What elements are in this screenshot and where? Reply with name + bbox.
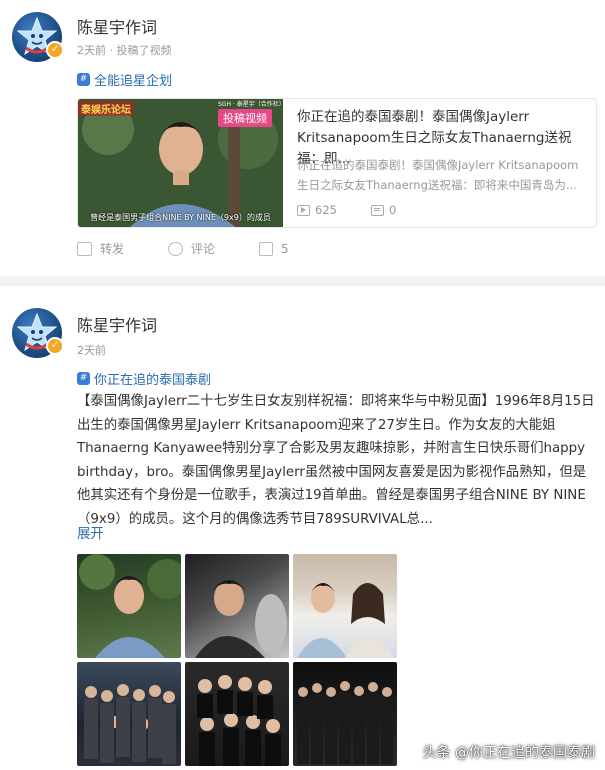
video-description: 你正在追的泰国泰剧！泰国偶像Jaylerr Kritsanapoom生日之际女友… <box>297 158 579 192</box>
topic-icon: # <box>77 73 90 86</box>
feed-post-1: ✓ 陈星宇作词 2天前 · 投稿了视频 # 全能追星企划 泰娱乐论坛 SGH ·… <box>0 0 605 276</box>
topic-link[interactable]: # 你正在追的泰国泰剧 <box>77 369 211 388</box>
thumbnail-overlay-text: SGH · 泰星宇（合作社） <box>218 101 283 108</box>
group-photo-icon <box>84 684 176 764</box>
play-count: 625 <box>297 203 337 217</box>
comment-label: 评论 <box>191 242 216 256</box>
share-label: 转发 <box>100 242 125 256</box>
comment-count-value: 0 <box>388 203 397 217</box>
topic-label: 全能追星企划 <box>94 74 173 89</box>
like-button[interactable]: 5 <box>259 240 289 257</box>
video-stats: 625 0 <box>297 203 396 217</box>
person-photo-icon <box>79 554 181 658</box>
group-photo-icon <box>197 675 281 766</box>
grid-image-4[interactable] <box>77 662 181 766</box>
comment-count: 0 <box>370 203 397 217</box>
play-icon <box>297 204 310 216</box>
expand-link[interactable]: 展开 <box>77 522 104 542</box>
grid-image-2[interactable] <box>185 554 289 658</box>
person-photo-icon <box>195 580 287 658</box>
video-card[interactable]: 泰娱乐论坛 SGH · 泰星宇（合作社） 投稿视频 曾经是泰国男子组合NINE … <box>77 98 597 228</box>
post-meta: 2天前 · 投稿了视频 <box>77 44 172 57</box>
like-count: 5 <box>281 241 289 256</box>
grid-image-6[interactable] <box>293 662 397 766</box>
comment-icon <box>168 241 184 256</box>
play-count-value: 625 <box>315 203 337 217</box>
topic-label: 你正在追的泰国泰剧 <box>94 373 212 388</box>
video-tag: 投稿视频 <box>218 109 272 127</box>
verified-badge-icon: ✓ <box>46 41 64 59</box>
post-separator <box>0 276 605 286</box>
topic-icon: # <box>77 372 90 385</box>
author-name[interactable]: 陈星宇作词 <box>77 14 157 38</box>
grid-image-5[interactable] <box>185 662 289 766</box>
video-thumbnail[interactable]: 泰娱乐论坛 SGH · 泰星宇（合作社） 投稿视频 曾经是泰国男子组合NINE … <box>78 99 283 227</box>
comment-box-icon <box>370 204 384 216</box>
source-watermark: 头条 @你正在追的泰国泰剧 <box>422 745 595 761</box>
share-button[interactable]: 转发 <box>77 240 124 257</box>
verified-badge-icon: ✓ <box>46 337 64 355</box>
share-icon <box>77 241 92 256</box>
post-meta: 2天前 <box>77 344 106 357</box>
comment-button[interactable]: 评论 <box>168 240 215 257</box>
topic-link[interactable]: # 全能追星企划 <box>77 70 172 89</box>
couple-photo-icon <box>297 583 393 658</box>
author-name[interactable]: 陈星宇作词 <box>77 312 157 336</box>
source-tag: 泰娱乐论坛 <box>78 101 134 116</box>
group-photo-icon <box>297 681 393 764</box>
feed-post-2: ✓ 陈星宇作词 2天前 # 你正在追的泰国泰剧 【泰国偶像Jaylerr二十七岁… <box>0 286 605 770</box>
thumbnail-caption: 曾经是泰国男子组合NINE BY NINE（9x9）的成员 <box>90 213 271 222</box>
grid-image-3[interactable] <box>293 554 397 658</box>
post-body: 【泰国偶像Jaylerr二十七岁生日女友别样祝福：即将来华与中粉见面】1996年… <box>77 394 595 527</box>
thumbs-up-icon <box>259 241 274 256</box>
grid-image-1[interactable] <box>77 554 181 658</box>
post-actions: 转发 评论 5 <box>77 240 333 257</box>
